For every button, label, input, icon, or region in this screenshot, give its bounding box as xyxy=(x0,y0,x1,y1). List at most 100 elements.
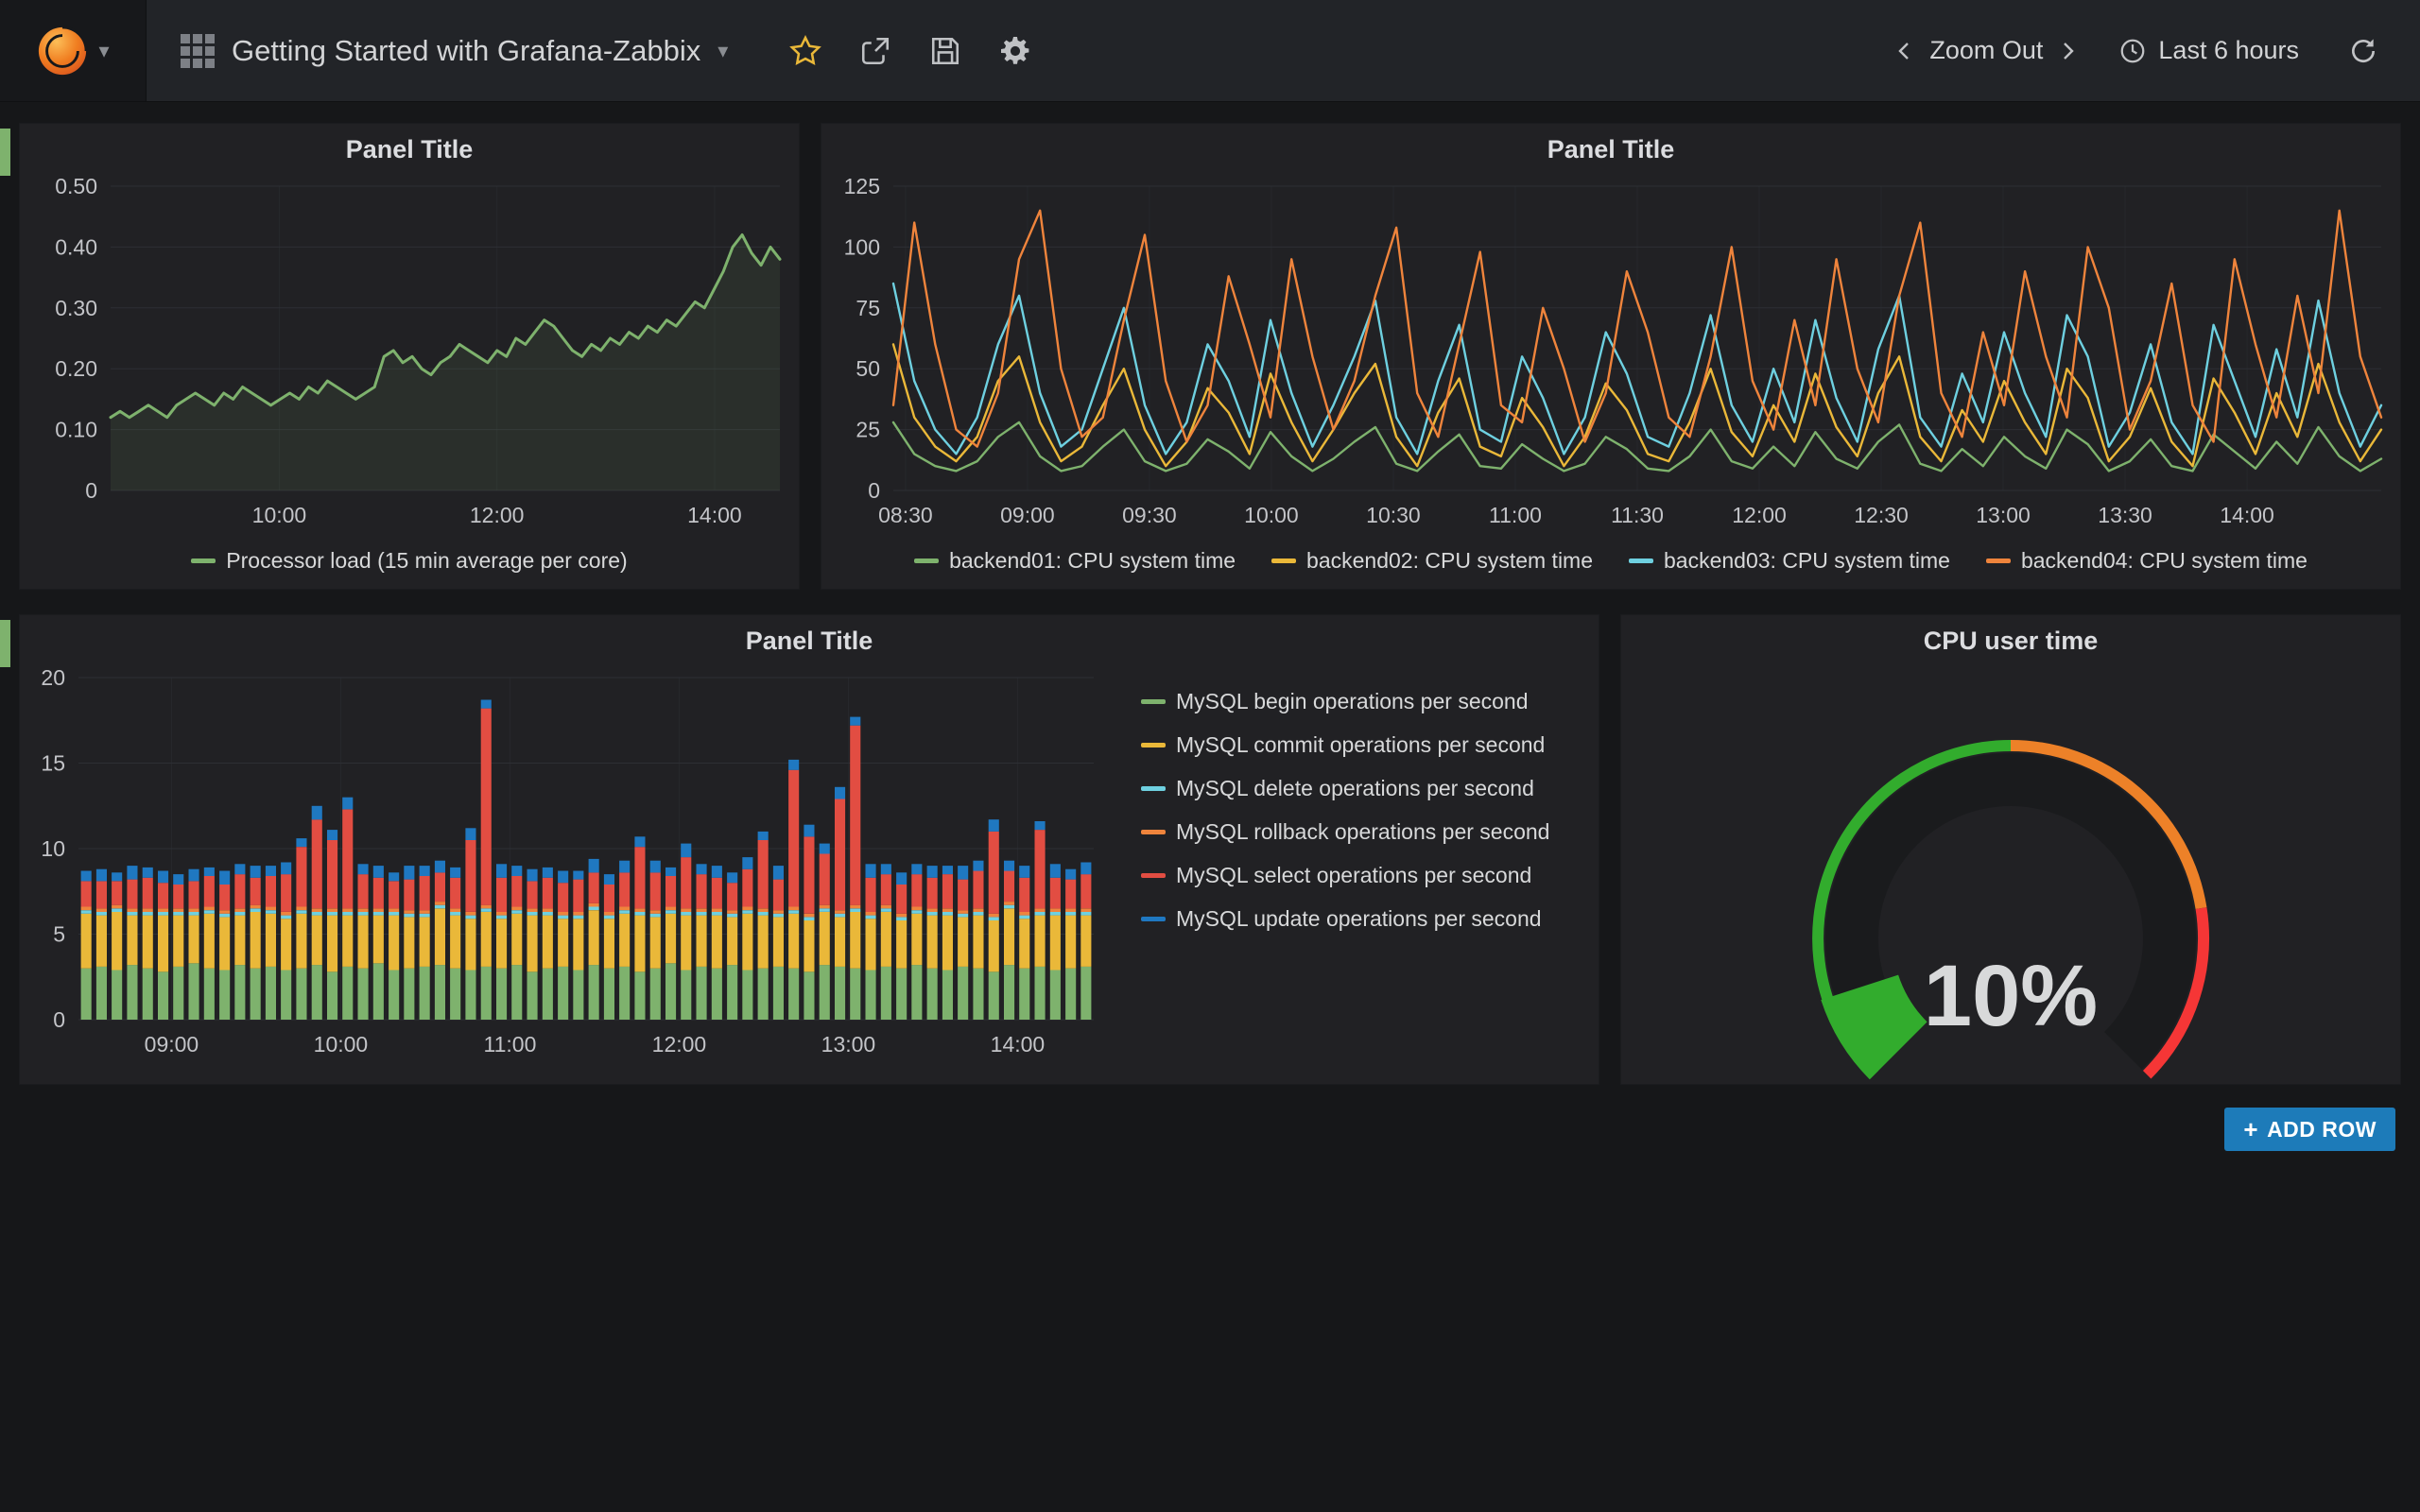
settings-button[interactable] xyxy=(987,21,1044,81)
zoom-out-button[interactable]: Zoom Out xyxy=(1924,36,2048,65)
svg-text:10%: 10% xyxy=(1924,948,2098,1044)
legend-color-dash xyxy=(1141,699,1166,704)
share-button[interactable] xyxy=(847,21,904,81)
legend-item[interactable]: MySQL rollback operations per second xyxy=(1141,819,1549,845)
svg-text:0: 0 xyxy=(868,478,880,503)
time-range-button[interactable]: Last 6 hours xyxy=(2118,36,2299,65)
legend-item[interactable]: backend04: CPU system time xyxy=(1986,548,2308,574)
svg-text:13:30: 13:30 xyxy=(2098,503,2152,527)
legend-item[interactable]: MySQL update operations per second xyxy=(1141,906,1549,932)
svg-text:12:00: 12:00 xyxy=(1732,503,1787,527)
panel-title[interactable]: Panel Title xyxy=(20,124,799,175)
time-controls: Zoom Out Last 6 hours xyxy=(1886,0,2420,101)
legend-color-dash xyxy=(1141,786,1166,791)
legend-item[interactable]: MySQL select operations per second xyxy=(1141,863,1549,888)
legend-color-dash xyxy=(1141,873,1166,878)
svg-text:10:00: 10:00 xyxy=(252,503,307,527)
svg-text:0.10: 0.10 xyxy=(55,418,97,442)
panel-processor-load: Panel Title 10:0012:0014:0000.100.200.30… xyxy=(19,123,800,590)
legend-color-dash xyxy=(1271,558,1296,563)
svg-text:14:00: 14:00 xyxy=(687,503,742,527)
cpu-system-time-line-chart[interactable]: 08:3009:0009:3010:0010:3011:0011:3012:00… xyxy=(821,175,2400,534)
svg-text:75: 75 xyxy=(856,296,880,320)
legend-color-dash xyxy=(1141,917,1166,921)
svg-text:11:30: 11:30 xyxy=(1611,503,1664,527)
svg-text:0.40: 0.40 xyxy=(55,234,97,259)
caret-down-icon: ▾ xyxy=(98,41,109,61)
svg-text:10:30: 10:30 xyxy=(1366,503,1421,527)
svg-text:13:00: 13:00 xyxy=(821,1032,876,1057)
legend: backend01: CPU system time backend02: CPU… xyxy=(821,539,2400,582)
refresh-icon xyxy=(2348,36,2378,66)
time-shift-forward-button[interactable] xyxy=(2048,21,2086,81)
svg-text:5: 5 xyxy=(53,922,65,947)
panel-title[interactable]: Panel Title xyxy=(821,124,2400,175)
svg-text:125: 125 xyxy=(844,175,880,198)
legend-item[interactable]: backend03: CPU system time xyxy=(1629,548,1950,574)
legend-label: MySQL begin operations per second xyxy=(1176,689,1528,714)
legend-color-dash xyxy=(1986,558,2011,563)
svg-text:13:00: 13:00 xyxy=(1976,503,2031,527)
cpu-user-time-gauge[interactable]: 10% xyxy=(1621,666,2400,1084)
legend-label: MySQL rollback operations per second xyxy=(1176,819,1549,845)
legend-item[interactable]: MySQL delete operations per second xyxy=(1141,776,1549,801)
grafana-logo-menu[interactable]: ▾ xyxy=(0,0,147,101)
legend-color-dash xyxy=(191,558,216,563)
chevron-left-icon xyxy=(1893,40,1916,62)
share-icon xyxy=(859,35,891,67)
svg-text:0.50: 0.50 xyxy=(55,175,97,198)
svg-text:0.30: 0.30 xyxy=(55,296,97,320)
add-row-button[interactable]: + ADD ROW xyxy=(2224,1108,2395,1151)
panel-cpu-system-time: Panel Title 08:3009:0009:3010:0010:3011:… xyxy=(821,123,2401,590)
panel-cpu-user-time-gauge: CPU user time 10% xyxy=(1620,614,2401,1085)
svg-text:15: 15 xyxy=(41,751,65,776)
svg-text:09:00: 09:00 xyxy=(1000,503,1055,527)
star-button[interactable] xyxy=(777,21,834,81)
panel-title[interactable]: CPU user time xyxy=(1621,615,2400,666)
legend-color-dash xyxy=(1141,743,1166,747)
svg-text:14:00: 14:00 xyxy=(2220,503,2274,527)
chevron-right-icon xyxy=(2056,40,2079,62)
legend-label: backend01: CPU system time xyxy=(949,548,1236,574)
time-range-label: Last 6 hours xyxy=(2158,36,2299,65)
save-button[interactable] xyxy=(917,21,974,81)
legend-item[interactable]: MySQL begin operations per second xyxy=(1141,689,1549,714)
legend-item[interactable]: backend01: CPU system time xyxy=(914,548,1236,574)
time-shift-back-button[interactable] xyxy=(1886,21,1924,81)
dashboard-title-dropdown[interactable]: Getting Started with Grafana-Zabbix ▾ xyxy=(147,0,762,101)
navbar: ▾ Getting Started with Grafana-Zabbix ▾ xyxy=(0,0,2420,102)
row-handle[interactable] xyxy=(0,620,10,667)
legend-item[interactable]: Processor load (15 min average per core) xyxy=(191,548,627,574)
panel-title[interactable]: Panel Title xyxy=(20,615,1599,666)
plus-icon: + xyxy=(2243,1115,2258,1144)
svg-text:10:00: 10:00 xyxy=(1244,503,1299,527)
legend-label: MySQL select operations per second xyxy=(1176,863,1531,888)
save-icon xyxy=(929,35,961,67)
row-handle[interactable] xyxy=(0,129,10,176)
legend-item[interactable]: backend02: CPU system time xyxy=(1271,548,1593,574)
svg-text:12:00: 12:00 xyxy=(652,1032,707,1057)
svg-text:10:00: 10:00 xyxy=(314,1032,369,1057)
legend-label: MySQL delete operations per second xyxy=(1176,776,1534,801)
legend-label: backend02: CPU system time xyxy=(1306,548,1593,574)
svg-text:11:00: 11:00 xyxy=(484,1032,537,1057)
mysql-operations-bar-chart[interactable]: 09:0010:0011:0012:0013:0014:0005101520 xyxy=(20,666,1107,1063)
refresh-button[interactable] xyxy=(2335,21,2392,81)
legend-color-dash xyxy=(914,558,939,563)
svg-text:0: 0 xyxy=(53,1007,65,1032)
legend-label: MySQL update operations per second xyxy=(1176,906,1542,932)
svg-text:14:00: 14:00 xyxy=(991,1032,1046,1057)
processor-load-line-chart[interactable]: 10:0012:0014:0000.100.200.300.400.50 xyxy=(20,175,799,534)
svg-text:25: 25 xyxy=(856,418,880,442)
svg-text:12:30: 12:30 xyxy=(1854,503,1909,527)
dashboard-actions xyxy=(762,0,1059,101)
legend-label: MySQL commit operations per second xyxy=(1176,732,1545,758)
legend-label: backend04: CPU system time xyxy=(2021,548,2308,574)
panel-mysql-operations: Panel Title 09:0010:0011:0012:0013:0014:… xyxy=(19,614,1599,1085)
legend-label: backend03: CPU system time xyxy=(1664,548,1950,574)
grafana-logo-icon xyxy=(36,25,89,77)
legend: MySQL begin operations per second MySQL c… xyxy=(1107,666,1549,1063)
caret-down-icon: ▾ xyxy=(717,41,728,61)
legend-color-dash xyxy=(1141,830,1166,834)
legend-item[interactable]: MySQL commit operations per second xyxy=(1141,732,1549,758)
